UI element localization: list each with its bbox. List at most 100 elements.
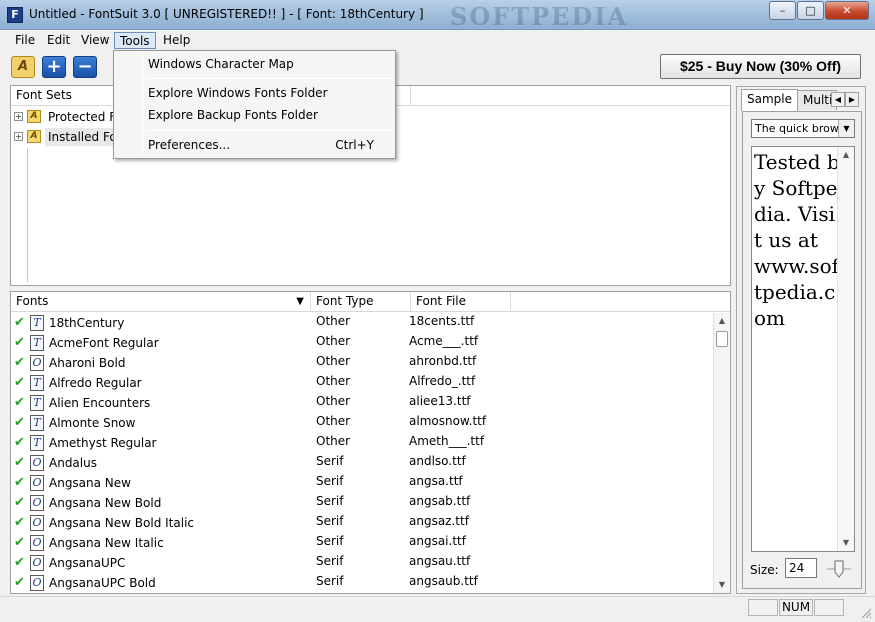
font-name: Almonte Snow <box>49 416 136 430</box>
column-fonts-label: Fonts <box>16 294 49 308</box>
close-button[interactable]: ✕ <box>825 1 869 20</box>
font-file: angsaz.ttf <box>409 514 469 528</box>
fonts-list-panel: Fonts ▼ Font Type Font File ✔ T 18thCentur… <box>10 291 731 594</box>
table-row[interactable]: ✔ O Angsana New Bold Italic Serif angsaz.ttf <box>11 513 714 533</box>
font-type-icon: T <box>30 435 44 451</box>
column-font-file[interactable]: Font File <box>411 292 511 311</box>
font-file: angsai.ttf <box>409 534 466 548</box>
menu-item-explore-backup-fonts[interactable]: Explore Backup Fonts Folder <box>116 104 393 126</box>
menu-separator <box>146 130 392 131</box>
font-type-icon: T <box>30 335 44 351</box>
size-input[interactable]: 24 <box>785 558 817 578</box>
table-row[interactable]: ✔ T AcmeFont Regular Other Acme___.ttf <box>11 333 714 353</box>
table-row[interactable]: ✔ T Almonte Snow Other almosnow.ttf <box>11 413 714 433</box>
maximize-button[interactable]: □ <box>797 1 824 20</box>
installed-check-icon[interactable]: ✔ <box>14 315 25 330</box>
table-row[interactable]: ✔ O AngsanaUPC Bold Serif angsaub.ttf <box>11 573 714 593</box>
add-icon[interactable]: + <box>42 56 66 78</box>
font-set-folder-icon: A <box>27 130 41 143</box>
font-type-icon: T <box>30 375 44 391</box>
installed-check-icon[interactable]: ✔ <box>14 355 25 370</box>
sample-select-value: The quick brown <box>755 122 846 135</box>
softpedia-watermark: SOFTPEDIA <box>450 2 629 31</box>
tree-splitter <box>27 148 28 282</box>
font-name: Angsana New <box>49 476 131 490</box>
table-row[interactable]: ✔ T Alfredo Regular Other Alfredo_.ttf <box>11 373 714 393</box>
font-type: Serif <box>316 514 344 528</box>
installed-check-icon[interactable]: ✔ <box>14 395 25 410</box>
font-set-icon[interactable]: A <box>11 56 35 78</box>
expand-icon[interactable]: + <box>14 112 23 121</box>
font-file: almosnow.ttf <box>409 414 487 428</box>
scroll-thumb[interactable] <box>716 331 728 347</box>
table-row[interactable]: ✔ O Andalus Serif andlso.ttf <box>11 453 714 473</box>
table-row[interactable]: ✔ O Angsana New Serif angsa.ttf <box>11 473 714 493</box>
sample-preview[interactable]: Tested by Softpedia. Visit us at www.sof… <box>751 146 855 552</box>
column-font-type[interactable]: Font Type <box>311 292 411 311</box>
scroll-up-icon[interactable]: ▲ <box>838 147 854 163</box>
menu-tools[interactable]: Tools <box>114 32 156 49</box>
installed-check-icon[interactable]: ✔ <box>14 475 25 490</box>
installed-check-icon[interactable]: ✔ <box>14 555 25 570</box>
app-icon[interactable]: F <box>7 7 23 23</box>
remove-icon[interactable]: − <box>73 56 97 78</box>
installed-check-icon[interactable]: ✔ <box>14 575 25 590</box>
table-row[interactable]: ✔ O Angsana New Italic Serif angsai.ttf <box>11 533 714 553</box>
scroll-down-icon[interactable]: ▼ <box>714 577 730 593</box>
table-row[interactable]: ✔ T Alien Encounters Other aliee13.ttf <box>11 393 714 413</box>
menu-item-character-map[interactable]: Windows Character Map <box>116 53 393 75</box>
buy-now-button[interactable]: $25 - Buy Now (30% Off) <box>660 54 861 79</box>
font-type-icon: O <box>30 575 44 591</box>
table-row[interactable]: ✔ O Aharoni Bold Other ahronbd.ttf <box>11 353 714 373</box>
font-type-icon: O <box>30 455 44 471</box>
tab-right-icon[interactable]: ▶ <box>845 92 859 107</box>
table-row[interactable]: ✔ T 18thCentury Other 18cents.ttf <box>11 313 714 333</box>
menu-item-label: Windows Character Map <box>148 57 294 71</box>
installed-check-icon[interactable]: ✔ <box>14 455 25 470</box>
font-type-icon: T <box>30 315 44 331</box>
status-num: NUM <box>779 599 813 616</box>
installed-check-icon[interactable]: ✔ <box>14 435 25 450</box>
sample-text-select[interactable]: The quick brown ▼ <box>751 119 855 138</box>
menu-item-explore-windows-fonts[interactable]: Explore Windows Fonts Folder <box>116 82 393 104</box>
menu-bar: File Edit View Tools Help <box>0 30 875 50</box>
title-bar: F Untitled - FontSuit 3.0 [ UNREGISTERED… <box>0 0 875 31</box>
status-bar: NUM <box>0 596 875 622</box>
tab-left-icon[interactable]: ◀ <box>831 92 845 107</box>
size-slider[interactable] <box>825 558 853 580</box>
resize-grip-icon[interactable] <box>860 607 872 619</box>
fonts-scrollbar[interactable]: ▲ ▼ <box>713 313 730 593</box>
table-row[interactable]: ✔ O AngsanaUPC Serif angsau.ttf <box>11 553 714 573</box>
installed-check-icon[interactable]: ✔ <box>14 335 25 350</box>
preview-scrollbar[interactable]: ▲ ▼ <box>837 147 854 551</box>
minimize-button[interactable]: – <box>769 1 796 20</box>
menu-help[interactable]: Help <box>158 32 195 49</box>
installed-check-icon[interactable]: ✔ <box>14 515 25 530</box>
menu-view[interactable]: View <box>76 32 114 49</box>
scroll-up-icon[interactable]: ▲ <box>714 313 730 329</box>
font-type: Serif <box>316 454 344 468</box>
table-row[interactable]: ✔ O Angsana New Bold Serif angsab.ttf <box>11 493 714 513</box>
font-name: Alfredo Regular <box>49 376 142 390</box>
installed-check-icon[interactable]: ✔ <box>14 495 25 510</box>
table-row[interactable]: ✔ T Amethyst Regular Other Ameth___.ttf <box>11 433 714 453</box>
expand-icon[interactable]: + <box>14 132 23 141</box>
tab-sample[interactable]: Sample <box>741 89 798 111</box>
menu-file[interactable]: File <box>10 32 40 49</box>
font-type-icon: O <box>30 495 44 511</box>
column-fonts[interactable]: Fonts ▼ <box>11 292 311 311</box>
installed-check-icon[interactable]: ✔ <box>14 535 25 550</box>
tab-scroll-arrows: ◀ ▶ <box>831 92 859 107</box>
menu-edit[interactable]: Edit <box>42 32 75 49</box>
installed-check-icon[interactable]: ✔ <box>14 415 25 430</box>
font-file: angsa.ttf <box>409 474 463 488</box>
font-file: Alfredo_.ttf <box>409 374 476 388</box>
font-type: Serif <box>316 494 344 508</box>
menu-item-preferences[interactable]: Preferences... Ctrl+Y <box>116 134 393 156</box>
dropdown-arrow-icon[interactable]: ▼ <box>838 120 854 137</box>
scroll-down-icon[interactable]: ▼ <box>838 535 854 551</box>
installed-check-icon[interactable]: ✔ <box>14 375 25 390</box>
font-type: Serif <box>316 574 344 588</box>
menu-item-label: Explore Backup Fonts Folder <box>148 108 318 122</box>
font-name: AngsanaUPC Bold <box>49 576 156 590</box>
